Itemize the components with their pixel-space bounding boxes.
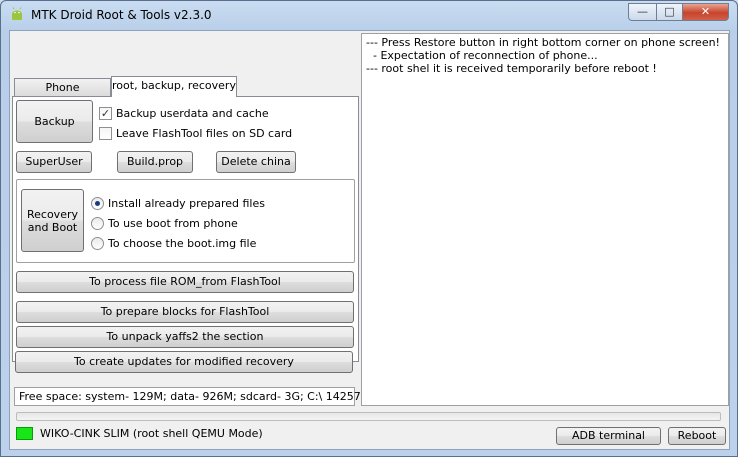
backup-userdata-label: Backup userdata and cache — [116, 107, 269, 120]
close-icon: ✕ — [700, 5, 711, 18]
leave-flashtool-label: Leave FlashTool files on SD card — [116, 127, 293, 140]
maximize-button[interactable]: □ — [656, 3, 683, 21]
window-title: MTK Droid Root & Tools v2.3.0 — [31, 8, 212, 22]
process-rom-button[interactable]: To process file ROM_from FlashTool — [16, 271, 354, 293]
minimize-button[interactable]: — — [628, 3, 657, 21]
close-button[interactable]: ✕ — [682, 3, 729, 21]
checkbox-unchecked-icon — [99, 127, 112, 140]
superuser-button[interactable]: SuperUser — [16, 151, 92, 173]
radio-install-prepared-label: Install already prepared files — [108, 197, 265, 210]
radio-install-prepared[interactable]: Install already prepared files — [91, 197, 265, 210]
device-status-text: WIKO-CINK SLIM (root shell QEMU Mode) — [40, 427, 263, 440]
recovery-and-boot-button[interactable]: Recovery and Boot — [21, 189, 84, 252]
radio-choose-boot-img[interactable]: To choose the boot.img file — [91, 237, 256, 250]
radio-unselected-icon — [91, 237, 104, 250]
recovery-group: Recovery and Boot Install already prepar… — [16, 179, 355, 263]
create-updates-button[interactable]: To create updates for modified recovery — [15, 351, 353, 373]
log-line: - Expectation of reconnection of phone..… — [366, 49, 598, 62]
app-window: MTK Droid Root & Tools v2.3.0 — □ ✕ Phon… — [0, 0, 738, 457]
adb-terminal-button[interactable]: ADB terminal — [556, 427, 661, 445]
status-led-icon — [16, 427, 33, 440]
checkbox-checked-icon: ✓ — [99, 107, 112, 120]
radio-boot-from-phone-label: To use boot from phone — [108, 217, 238, 230]
client-area: Phone information root, backup, recovery… — [9, 30, 730, 450]
log-line: --- Press Restore button in right bottom… — [366, 36, 720, 49]
free-space-field: Free space: system- 129M; data- 926M; sd… — [14, 387, 377, 406]
maximize-icon: □ — [664, 5, 675, 18]
buildprop-button[interactable]: Build.prop — [117, 151, 193, 173]
tab-phone-information[interactable]: Phone information — [14, 78, 111, 111]
radio-choose-boot-img-label: To choose the boot.img file — [108, 237, 257, 250]
backup-userdata-checkbox[interactable]: ✓ Backup userdata and cache — [99, 107, 269, 120]
minimize-icon: — — [637, 5, 648, 18]
unpack-yaffs2-button[interactable]: To unpack yaffs2 the section — [16, 326, 354, 348]
tab-panel: Backup ✓ Backup userdata and cache Leave… — [12, 96, 359, 362]
backup-button[interactable]: Backup — [16, 100, 93, 143]
prepare-blocks-button[interactable]: To prepare blocks for FlashTool — [16, 301, 354, 323]
leave-flashtool-checkbox[interactable]: Leave FlashTool files on SD card — [99, 127, 292, 140]
title-bar[interactable]: MTK Droid Root & Tools v2.3.0 — □ ✕ — [1, 1, 737, 29]
progress-bar — [16, 412, 721, 421]
tab-root-backup-recovery[interactable]: root, backup, recovery — [111, 76, 237, 97]
log-output[interactable]: --- Press Restore button in right bottom… — [361, 33, 729, 406]
android-app-icon — [12, 7, 22, 20]
reboot-button[interactable]: Reboot — [668, 427, 726, 445]
radio-unselected-icon — [91, 217, 104, 230]
radio-selected-icon — [91, 197, 104, 210]
delete-china-button[interactable]: Delete china — [216, 151, 296, 173]
radio-boot-from-phone[interactable]: To use boot from phone — [91, 217, 238, 230]
log-line: --- root shel it is received temporarily… — [366, 62, 657, 75]
